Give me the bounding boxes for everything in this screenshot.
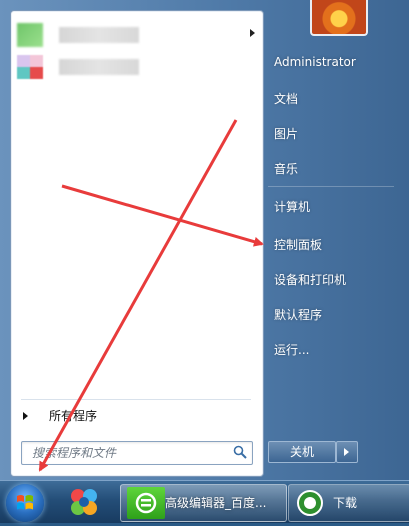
expand-arrow-icon bbox=[23, 412, 28, 420]
start-menu: 所有程序 Administrator 文档 图片 音乐 计算机 控制面板 设备和… bbox=[0, 0, 409, 480]
computer-link[interactable]: 计算机 bbox=[274, 198, 310, 215]
user-avatar[interactable] bbox=[310, 0, 368, 36]
recent-program-item[interactable] bbox=[15, 21, 257, 49]
divider bbox=[21, 399, 251, 400]
control-panel-link[interactable]: 控制面板 bbox=[274, 236, 322, 253]
download-app-icon bbox=[297, 490, 323, 516]
user-name-link[interactable]: Administrator bbox=[274, 55, 356, 69]
program-label-redacted bbox=[59, 59, 139, 75]
shutdown-button[interactable]: 关机 bbox=[268, 441, 336, 463]
taskbar-window-title: 下载 bbox=[333, 496, 358, 510]
all-programs-label: 所有程序 bbox=[49, 409, 98, 423]
divider bbox=[268, 186, 394, 187]
all-programs-button[interactable]: 所有程序 bbox=[17, 405, 255, 427]
taskbar-window-button[interactable]: 高级编辑器_百度... bbox=[120, 484, 287, 522]
windows-logo-icon bbox=[17, 495, 33, 510]
pinned-app-button[interactable] bbox=[66, 485, 102, 519]
pictures-link[interactable]: 图片 bbox=[274, 125, 298, 142]
refresh-globe-icon bbox=[135, 492, 157, 514]
run-link[interactable]: 运行... bbox=[274, 341, 309, 358]
devices-printers-link[interactable]: 设备和打印机 bbox=[274, 271, 346, 288]
start-button[interactable] bbox=[6, 484, 44, 522]
taskbar-window-title: 高级编辑器_百度... bbox=[165, 496, 267, 510]
browser-app-icon bbox=[127, 487, 165, 519]
search-box[interactable] bbox=[21, 441, 253, 465]
music-link[interactable]: 音乐 bbox=[274, 160, 298, 177]
app-icon bbox=[17, 23, 43, 47]
programs-pane: 所有程序 bbox=[10, 10, 264, 477]
shutdown-options-button[interactable] bbox=[336, 441, 358, 463]
submenu-arrow-icon bbox=[250, 29, 255, 37]
recent-program-item[interactable] bbox=[15, 53, 257, 81]
documents-link[interactable]: 文档 bbox=[274, 90, 298, 107]
program-label-redacted bbox=[59, 27, 139, 43]
taskbar: 高级编辑器_百度... 下载 bbox=[0, 480, 409, 523]
taskbar-window-button[interactable]: 下载 bbox=[288, 484, 409, 522]
search-input[interactable] bbox=[30, 444, 224, 462]
app-icon bbox=[17, 55, 43, 79]
chevron-right-icon bbox=[344, 448, 349, 456]
app-flower-icon bbox=[71, 489, 97, 515]
search-icon[interactable] bbox=[233, 445, 247, 459]
default-programs-link[interactable]: 默认程序 bbox=[274, 306, 322, 323]
